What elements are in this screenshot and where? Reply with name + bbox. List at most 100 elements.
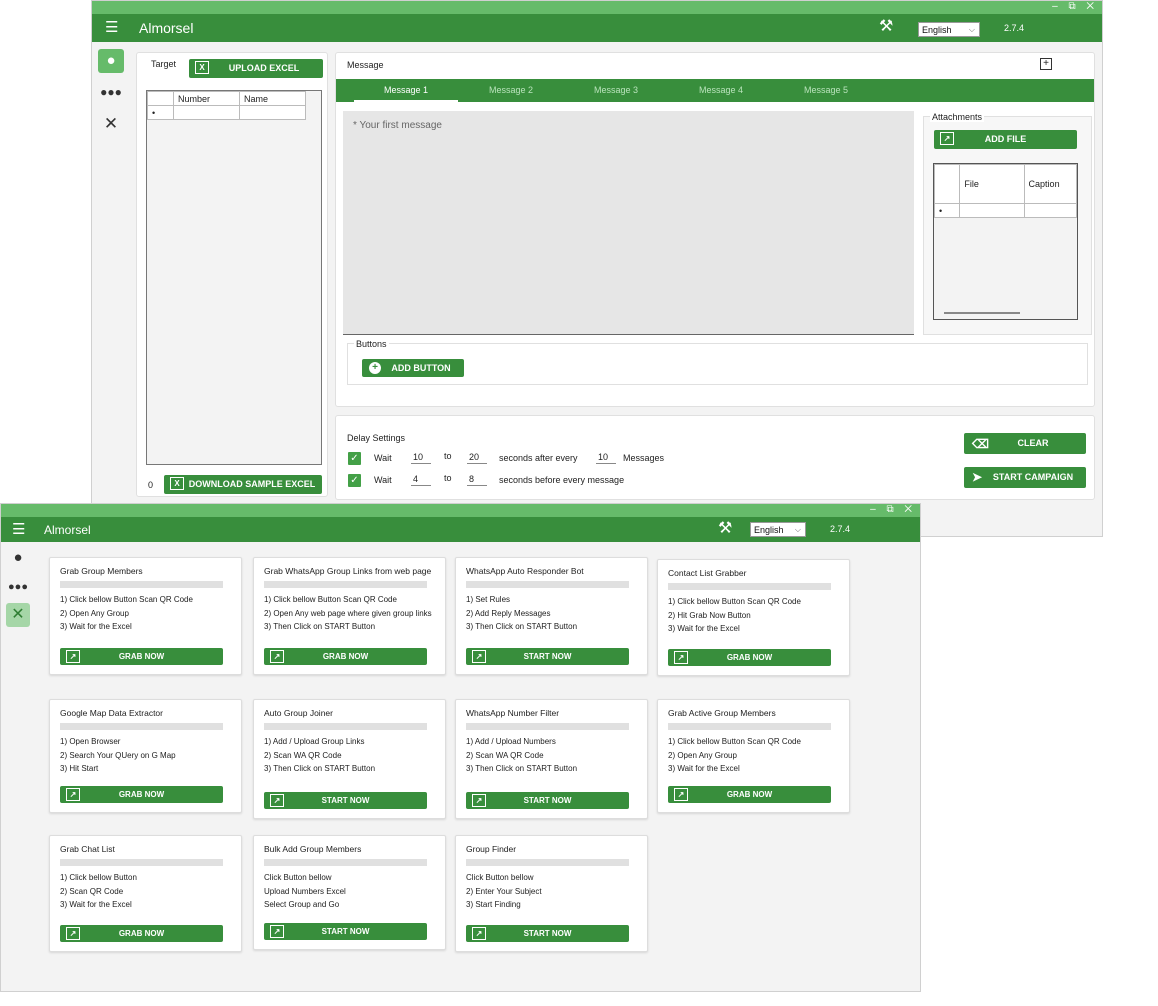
add-button-button[interactable]: + ADD BUTTON	[362, 359, 464, 377]
wait-before-from-input[interactable]: 4	[411, 473, 431, 486]
column-number[interactable]: Number	[173, 91, 240, 106]
progress-bar	[60, 723, 223, 730]
wait-before-checkbox[interactable]: ✓	[348, 474, 361, 487]
number-cell[interactable]	[173, 105, 240, 120]
tab-message-5[interactable]: Message 5	[774, 79, 878, 102]
add-file-button[interactable]: ↗ ADD FILE	[934, 130, 1077, 149]
tools-icon[interactable]: ✕	[6, 603, 30, 627]
wait-label: Wait	[374, 453, 392, 463]
wait-before-to-input[interactable]: 8	[467, 473, 487, 486]
tool-card: Google Map Data Extractor 1) Open Browser…	[49, 699, 242, 813]
tool-action-button[interactable]: ↗ GRAB NOW	[264, 648, 427, 665]
target-count: 0	[148, 480, 154, 490]
messages-count-input[interactable]: 10	[596, 451, 616, 464]
tool-step: Select Group and Go	[264, 900, 340, 909]
tools-icon[interactable]: ✕	[98, 112, 124, 136]
window-controls[interactable]: – ⧉ ✕	[870, 504, 916, 517]
app-bar: ☰ Almorsel ⚒ English ⌵ 2.7.4	[92, 14, 1102, 42]
tool-step: 2) Open Any Group	[60, 608, 129, 618]
menu-icon[interactable]: ☰	[12, 522, 25, 537]
tool-action-button[interactable]: ↗ START NOW	[264, 792, 427, 809]
tool-action-button[interactable]: ↗ GRAB NOW	[60, 925, 223, 942]
tool-title: Bulk Add Group Members	[264, 844, 362, 854]
wait-after-checkbox[interactable]: ✓	[348, 452, 361, 465]
tool-title: Google Map Data Extractor	[60, 708, 163, 718]
language-select[interactable]: English ⌵	[918, 22, 980, 37]
target-table[interactable]: Number Name •	[146, 90, 322, 465]
language-select[interactable]: English ⌵	[750, 522, 806, 537]
tool-action-label: START NOW	[321, 796, 370, 805]
wait-label: Wait	[374, 475, 392, 485]
wait-after-from-input[interactable]: 10	[411, 451, 431, 464]
group-icon[interactable]: ●●●	[6, 575, 30, 599]
app-title: Almorsel	[139, 20, 194, 36]
start-campaign-button[interactable]: ➤ START CAMPAIGN	[964, 467, 1086, 488]
download-sample-excel-button[interactable]: X DOWNLOAD SAMPLE EXCEL	[164, 475, 322, 494]
tab-message-4[interactable]: Message 4	[669, 79, 773, 102]
add-button-label: ADD BUTTON	[391, 363, 451, 373]
tool-title: WhatsApp Number Filter	[466, 708, 560, 718]
group-icon[interactable]: ●●●	[98, 80, 124, 104]
tool-card: Grab WhatsApp Group Links from web page 1…	[253, 557, 446, 675]
tool-action-label: GRAB NOW	[322, 652, 369, 661]
tools-icon[interactable]: ⚒	[879, 18, 893, 36]
tab-message-1[interactable]: Message 1	[354, 79, 458, 102]
tool-title: Grab WhatsApp Group Links from web page	[264, 566, 432, 576]
plus-circle-icon: +	[369, 362, 381, 374]
external-link-icon: ↗	[674, 788, 688, 801]
window-controls[interactable]: – ⧉ ✕	[1052, 1, 1098, 14]
tool-action-label: START NOW	[523, 929, 572, 938]
plus-square-icon[interactable]: +	[1040, 58, 1052, 70]
external-link-icon: ↗	[674, 651, 688, 664]
tool-title: Contact List Grabber	[668, 568, 747, 578]
attachments-label: Attachments	[930, 112, 985, 122]
progress-bar	[60, 581, 223, 588]
message-tabs: Message 1 Message 2 Message 3 Message 4 …	[336, 79, 1094, 102]
row-marker: •	[933, 203, 961, 218]
tool-action-button[interactable]: ↗ GRAB NOW	[668, 786, 831, 803]
tool-action-button[interactable]: ↗ GRAB NOW	[668, 649, 831, 666]
tool-step: 1) Add / Upload Group Links	[264, 737, 365, 746]
message-textarea[interactable]: * Your first message	[343, 111, 914, 335]
external-link-icon: ↗	[472, 794, 486, 807]
tool-action-button[interactable]: ↗ START NOW	[466, 792, 629, 809]
attachments-group: Attachments ↗ ADD FILE File Caption •	[923, 112, 1092, 335]
tool-action-button[interactable]: ↗ START NOW	[264, 923, 427, 940]
progress-bar	[668, 723, 831, 730]
upload-excel-button[interactable]: X UPLOAD EXCEL	[189, 59, 323, 78]
tab-message-3[interactable]: Message 3	[564, 79, 668, 102]
tool-action-button[interactable]: ↗ START NOW	[466, 925, 629, 942]
caption-cell[interactable]	[1023, 203, 1078, 218]
tool-step: 3) Wait for the Excel	[60, 622, 132, 631]
sidebar: ● ●●● ✕	[1, 542, 37, 991]
buttons-label: Buttons	[354, 339, 389, 349]
tool-step: 2) Search Your QUery on G Map	[60, 750, 176, 760]
name-cell[interactable]	[239, 105, 306, 120]
tool-action-button[interactable]: ↗ GRAB NOW	[60, 648, 223, 665]
menu-icon[interactable]: ☰	[105, 20, 118, 35]
tool-step: 1) Set Rules	[466, 595, 511, 604]
attachments-table[interactable]: File Caption •	[933, 163, 1078, 320]
column-name[interactable]: Name	[239, 91, 306, 106]
wait-after-to-input[interactable]: 20	[467, 451, 487, 464]
column-file[interactable]: File	[959, 164, 1025, 204]
buttons-group: Buttons + ADD BUTTON	[347, 339, 1088, 385]
clear-button[interactable]: ⌫ CLEAR	[964, 433, 1086, 454]
single-user-icon[interactable]: ●	[6, 546, 30, 570]
tool-step: Click Button bellow	[466, 873, 534, 882]
horizontal-scrollbar[interactable]	[944, 312, 1020, 314]
column-caption[interactable]: Caption	[1023, 164, 1078, 204]
tool-step: 2) Scan WA QR Code	[466, 750, 544, 760]
tools-icon[interactable]: ⚒	[718, 520, 732, 538]
tab-message-2[interactable]: Message 2	[459, 79, 563, 102]
message-label: Message	[347, 60, 384, 70]
tool-step: 3) Wait for the Excel	[668, 624, 740, 633]
download-sample-label: DOWNLOAD SAMPLE EXCEL	[188, 479, 316, 489]
file-cell[interactable]	[959, 203, 1025, 218]
tool-title: Grab Group Members	[60, 566, 143, 576]
tool-action-button[interactable]: ↗ START NOW	[466, 648, 629, 665]
seconds-after-label: seconds after every	[499, 453, 578, 463]
single-user-icon[interactable]: ●	[98, 49, 124, 73]
campaign-window: – ⧉ ✕ ☰ Almorsel ⚒ English ⌵ 2.7.4 ● ●●●…	[91, 0, 1103, 537]
tool-action-button[interactable]: ↗ GRAB NOW	[60, 786, 223, 803]
